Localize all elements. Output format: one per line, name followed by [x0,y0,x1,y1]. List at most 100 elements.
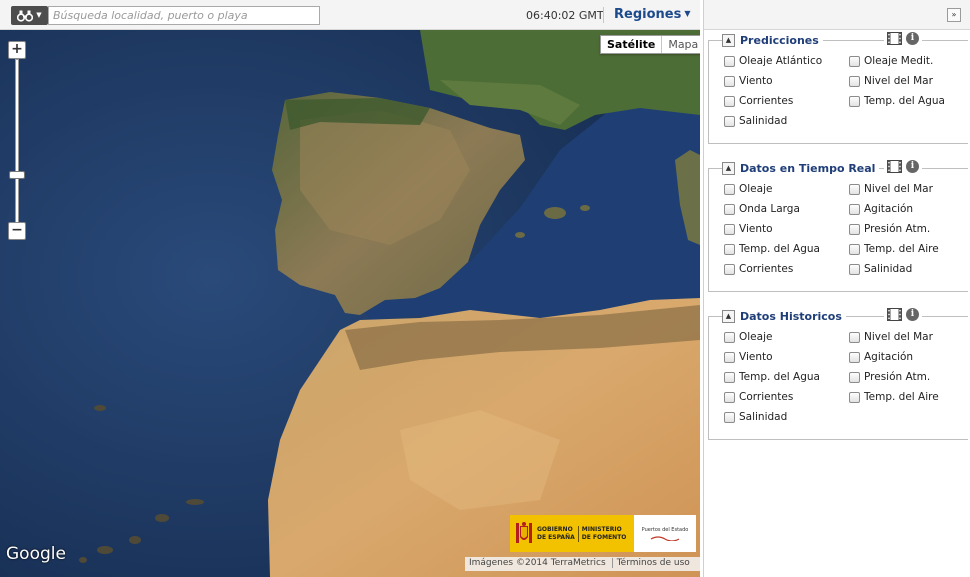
layer-checkbox[interactable] [724,243,735,255]
toolbar-divider [603,7,604,23]
gmt-clock: 06:40:02 GMT [526,9,604,22]
layer-checkbox[interactable] [849,203,860,215]
regions-dropdown[interactable]: Regiones ▼ [614,7,691,22]
layer-option[interactable]: Corrientes [724,95,793,107]
layer-checkbox[interactable] [849,55,860,67]
film-animation-icon[interactable] [887,308,902,321]
layer-option[interactable]: Viento [724,75,773,87]
map-button[interactable]: Mapa [662,36,700,53]
layer-label: Oleaje Atlántico [739,55,823,67]
collapse-panel-button[interactable]: » [947,8,961,22]
section-tools: i [884,308,922,321]
layer-checkbox[interactable] [849,75,860,87]
binoculars-icon [17,10,34,22]
layer-label: Presión Atm. [864,371,931,383]
layer-option[interactable]: Nivel del Mar [849,331,933,343]
info-icon[interactable]: i [906,308,919,321]
layer-checkbox[interactable] [849,183,860,195]
layer-section-1: ▲ Predicciones i Oleaje Atlántico Viento Corr… [708,32,968,144]
info-icon[interactable]: i [906,32,919,45]
zoom-slider-handle[interactable] [9,171,25,179]
layer-option[interactable]: Oleaje Medit. [849,55,933,67]
gobierno-text: GOBIERNO DE ESPAÑA [537,525,575,541]
layer-option[interactable]: Presión Atm. [849,371,930,383]
layer-option[interactable]: Salinidad [724,411,787,423]
layer-label: Temp. del Agua [739,371,820,383]
layer-label: Salinidad [864,263,913,275]
section-header: ▲ Datos en Tiempo Real [722,160,880,177]
collapse-section-icon[interactable]: ▲ [722,162,735,175]
layer-option[interactable]: Oleaje [724,183,772,195]
layer-checkbox[interactable] [724,331,735,343]
film-animation-icon[interactable] [887,160,902,173]
layer-checkbox[interactable] [849,371,860,383]
puertos-del-estado-logo: Puertos del Estado [634,515,696,552]
layer-checkbox[interactable] [849,331,860,343]
layer-option[interactable]: Temp. del Aire [849,391,939,403]
layer-checkbox[interactable] [849,351,860,363]
section-tools: i [884,160,922,173]
layer-checkbox[interactable] [724,371,735,383]
zoom-slider-track[interactable] [15,59,19,224]
layer-option[interactable]: Agitación [849,203,913,215]
layer-option[interactable]: Temp. del Agua [724,243,820,255]
layer-section-2: ▲ Datos en Tiempo Real i Oleaje Onda Larga Vi… [708,160,968,292]
layer-checkbox[interactable] [724,115,735,127]
section-tools: i [884,32,922,45]
layer-label: Nivel del Mar [864,183,933,195]
layer-checkbox[interactable] [724,263,735,275]
layer-option[interactable]: Agitación [849,351,913,363]
layer-option[interactable]: Corrientes [724,263,793,275]
binoculars-menu-button[interactable]: ▼ [11,6,48,25]
layer-checkbox[interactable] [724,351,735,363]
zoom-in-button[interactable]: + [8,41,26,59]
layer-checkbox[interactable] [724,75,735,87]
layer-option[interactable]: Salinidad [849,263,912,275]
collapse-section-icon[interactable]: ▲ [722,310,735,323]
collapse-section-icon[interactable]: ▲ [722,34,735,47]
layer-checkbox[interactable] [724,223,735,235]
layer-checkbox[interactable] [849,95,860,107]
layer-option[interactable]: Salinidad [724,115,787,127]
layer-label: Agitación [864,203,914,215]
layer-checkbox[interactable] [849,243,860,255]
layer-option[interactable]: Temp. del Aire [849,243,939,255]
satellite-imagery [0,30,700,577]
layer-option[interactable]: Temp. del Agua [724,371,820,383]
film-animation-icon[interactable] [887,32,902,45]
layer-checkbox[interactable] [724,55,735,67]
layer-label: Oleaje Medit. [864,55,934,67]
ministry-logo: GOBIERNO DE ESPAÑA MINISTERIO DE FOMENTO… [510,515,696,552]
layer-option[interactable]: Temp. del Agua [849,95,945,107]
layer-checkbox[interactable] [724,95,735,107]
layer-checkbox[interactable] [724,411,735,423]
layer-option[interactable]: Corrientes [724,391,793,403]
layer-checkbox[interactable] [724,203,735,215]
search-input[interactable] [48,6,320,25]
terms-link[interactable]: Términos de uso [611,558,690,568]
section-title: Predicciones [740,34,819,47]
layer-option[interactable]: Oleaje [724,331,772,343]
layer-checkbox[interactable] [724,391,735,403]
layer-option[interactable]: Nivel del Mar [849,75,933,87]
zoom-out-button[interactable]: − [8,222,26,240]
layer-option[interactable]: Presión Atm. [849,223,930,235]
layer-checkbox[interactable] [849,263,860,275]
info-icon[interactable]: i [906,160,919,173]
layer-label: Onda Larga [739,203,800,215]
layer-checkbox[interactable] [724,183,735,195]
layer-option[interactable]: Nivel del Mar [849,183,933,195]
section-title: Datos Historicos [740,310,842,323]
ministerio-text: MINISTERIO DE FOMENTO [577,525,626,542]
layer-label: Viento [739,75,773,87]
layer-label: Salinidad [739,115,788,127]
layer-option[interactable]: Onda Larga [724,203,800,215]
layer-checkbox[interactable] [849,223,860,235]
layer-option[interactable]: Viento [724,223,773,235]
layer-option[interactable]: Viento [724,351,773,363]
satellite-map[interactable]: Satélite Mapa + − Google GOBIERNO DE ESP… [0,30,700,577]
layer-option[interactable]: Oleaje Atlántico [724,55,822,67]
layer-label: Oleaje [739,183,773,195]
satellite-button[interactable]: Satélite [601,36,663,53]
layer-checkbox[interactable] [849,391,860,403]
